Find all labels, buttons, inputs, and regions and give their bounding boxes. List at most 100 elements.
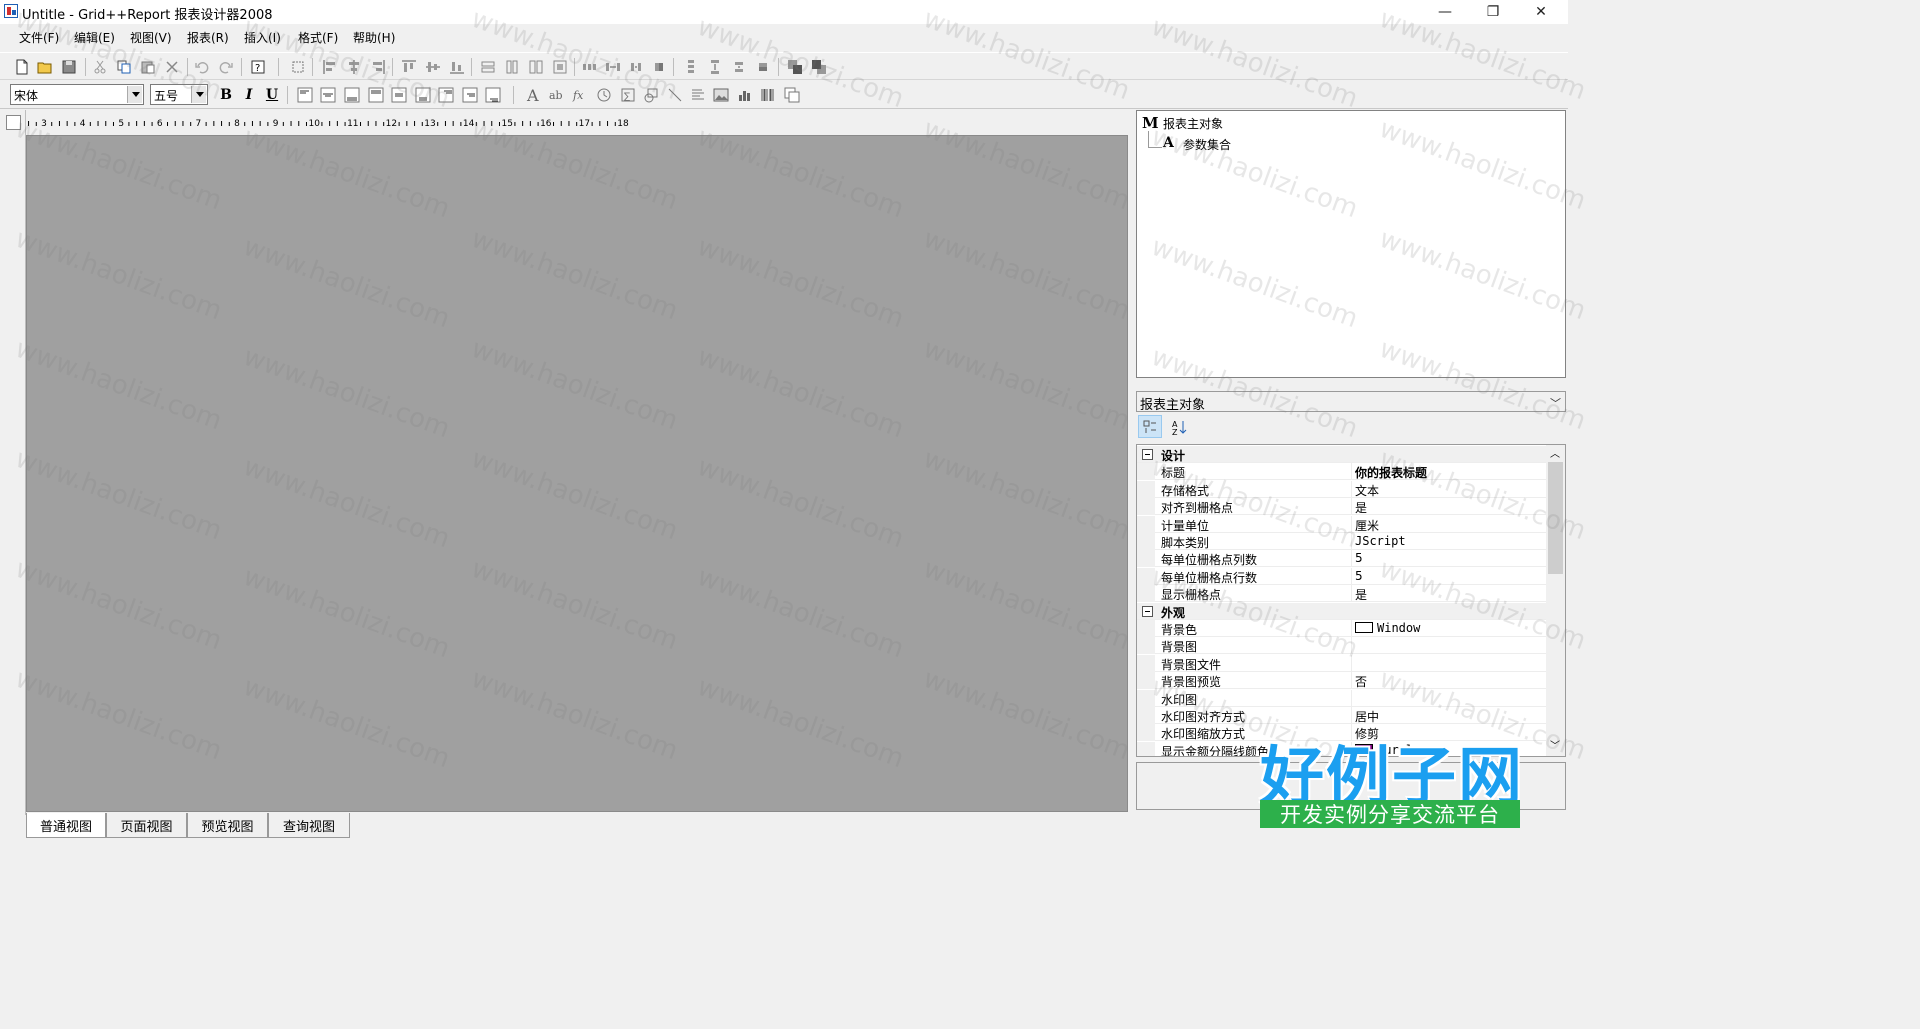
- tree-item-parameters[interactable]: 参数集合: [1183, 136, 1231, 153]
- close-button[interactable]: ✕: [1518, 0, 1564, 24]
- property-row[interactable]: 计量单位 厘米: [1137, 515, 1547, 534]
- open-folder-icon[interactable]: [35, 57, 55, 77]
- remove-v-space-icon[interactable]: [753, 57, 773, 77]
- property-value[interactable]: 文本: [1355, 482, 1379, 499]
- property-category[interactable]: 设计: [1137, 446, 1547, 463]
- tree-item-report-main[interactable]: 报表主对象: [1163, 115, 1223, 132]
- app-icon[interactable]: [4, 4, 18, 18]
- property-row[interactable]: 水印图对齐方式 居中: [1137, 707, 1547, 724]
- menu-insert[interactable]: 插入(I): [244, 29, 281, 46]
- picture-box-icon[interactable]: [711, 85, 731, 105]
- subreport-icon[interactable]: [782, 85, 802, 105]
- property-row[interactable]: 背景图文件: [1137, 654, 1547, 672]
- property-row[interactable]: 标题 你的报表标题: [1137, 463, 1547, 481]
- bring-to-front-icon[interactable]: [785, 57, 805, 77]
- property-row[interactable]: 水印图: [1137, 689, 1547, 707]
- italic-button[interactable]: I: [240, 86, 258, 104]
- object-selector[interactable]: 报表主对象 ﹀: [1136, 391, 1566, 413]
- copy-icon[interactable]: [114, 57, 134, 77]
- align-left-icon[interactable]: [320, 57, 340, 77]
- categorized-icon[interactable]: [1138, 415, 1162, 438]
- increase-h-space-icon[interactable]: [603, 57, 623, 77]
- align-right-icon[interactable]: [368, 57, 388, 77]
- property-row[interactable]: 每单位栅格点列数 5: [1137, 550, 1547, 568]
- barcode-icon[interactable]: [758, 85, 778, 105]
- alphabetical-sort-icon[interactable]: AZ: [1168, 415, 1192, 438]
- collapse-icon[interactable]: [1142, 449, 1153, 460]
- tab-page-view[interactable]: 页面视图: [106, 813, 187, 838]
- decrease-v-space-icon[interactable]: [729, 57, 749, 77]
- text-align-middle-center-icon[interactable]: [389, 85, 409, 105]
- text-align-top-right-icon[interactable]: [342, 85, 362, 105]
- font-name-select[interactable]: 宋体: [10, 84, 144, 105]
- property-row[interactable]: 背景图预览 否: [1137, 672, 1547, 690]
- space-down-icon[interactable]: [681, 57, 701, 77]
- property-value[interactable]: 厘米: [1355, 517, 1379, 534]
- scrollbar-thumb[interactable]: [1548, 462, 1563, 574]
- chevron-down-icon[interactable]: [127, 86, 142, 103]
- property-value[interactable]: Window: [1355, 621, 1420, 635]
- property-row[interactable]: 脚本类别 JScript: [1137, 533, 1547, 550]
- save-icon[interactable]: [59, 57, 79, 77]
- minimize-button[interactable]: —: [1422, 0, 1468, 24]
- align-center-icon[interactable]: [344, 57, 364, 77]
- property-value[interactable]: 居中: [1355, 708, 1379, 725]
- bold-button[interactable]: B: [217, 86, 235, 104]
- tab-normal-view[interactable]: 普通视图: [26, 813, 106, 838]
- property-row[interactable]: 显示栅格点 是: [1137, 585, 1547, 603]
- cut-icon[interactable]: [90, 57, 110, 77]
- text-align-top-left-icon[interactable]: [295, 85, 315, 105]
- formula-box-icon[interactable]: fx: [570, 85, 590, 105]
- delete-icon[interactable]: [162, 57, 182, 77]
- property-row[interactable]: 每单位栅格点行数 5: [1137, 567, 1547, 585]
- line-icon[interactable]: [665, 85, 685, 105]
- same-height-icon[interactable]: [502, 57, 522, 77]
- text-align-middle-right-icon[interactable]: [413, 85, 433, 105]
- scroll-down-icon[interactable]: ﹀: [1550, 737, 1560, 752]
- redo-icon[interactable]: [216, 57, 236, 77]
- align-bottom-icon[interactable]: [447, 57, 467, 77]
- center-in-section-icon[interactable]: [550, 57, 570, 77]
- remove-h-space-icon[interactable]: [649, 57, 669, 77]
- collapse-icon[interactable]: [1142, 605, 1153, 617]
- system-var-icon[interactable]: [594, 85, 614, 105]
- increase-v-space-icon[interactable]: [705, 57, 725, 77]
- chevron-down-icon[interactable]: ﹀: [1550, 395, 1561, 411]
- help-icon[interactable]: ?: [248, 57, 268, 77]
- font-size-select[interactable]: 五号: [150, 84, 208, 105]
- menu-file[interactable]: 文件(F): [19, 29, 59, 46]
- chevron-down-icon[interactable]: [191, 86, 206, 103]
- undo-icon[interactable]: [192, 57, 212, 77]
- property-row[interactable]: 存储格式 文本: [1137, 480, 1547, 499]
- menu-format[interactable]: 格式(F): [298, 29, 338, 46]
- property-value[interactable]: 是: [1355, 499, 1367, 516]
- rich-text-icon[interactable]: [688, 85, 708, 105]
- property-value[interactable]: 5: [1355, 551, 1363, 565]
- summary-box-icon[interactable]: ∑: [618, 85, 638, 105]
- scroll-up-icon[interactable]: ︿: [1550, 445, 1560, 460]
- text-align-bottom-left-icon[interactable]: [436, 85, 456, 105]
- property-value[interactable]: JScript: [1355, 534, 1406, 548]
- property-value[interactable]: 5: [1355, 569, 1363, 583]
- property-row[interactable]: 背景图: [1137, 637, 1547, 655]
- report-design-surface[interactable]: [26, 135, 1128, 812]
- restore-button[interactable]: ❐: [1470, 0, 1516, 24]
- tab-query-view[interactable]: 查询视图: [268, 813, 350, 838]
- property-value[interactable]: 你的报表标题: [1355, 464, 1427, 481]
- property-category[interactable]: 外观: [1137, 602, 1547, 620]
- same-size-icon[interactable]: [526, 57, 546, 77]
- property-row[interactable]: 背景色 Window: [1137, 620, 1547, 637]
- underline-button[interactable]: U: [263, 86, 281, 104]
- decrease-h-space-icon[interactable]: [626, 57, 646, 77]
- space-across-icon[interactable]: [580, 57, 600, 77]
- text-align-bottom-right-icon[interactable]: [483, 85, 503, 105]
- property-row[interactable]: 对齐到栅格点 是: [1137, 498, 1547, 516]
- field-box-icon[interactable]: ab: [547, 85, 567, 105]
- shape-box-icon[interactable]: [641, 85, 661, 105]
- menu-edit[interactable]: 编辑(E): [74, 29, 115, 46]
- text-align-middle-left-icon[interactable]: [366, 85, 386, 105]
- menu-view[interactable]: 视图(V): [130, 29, 172, 46]
- snap-grid-icon[interactable]: [288, 57, 308, 77]
- chart-box-icon[interactable]: [735, 85, 755, 105]
- property-value[interactable]: 否: [1355, 673, 1367, 690]
